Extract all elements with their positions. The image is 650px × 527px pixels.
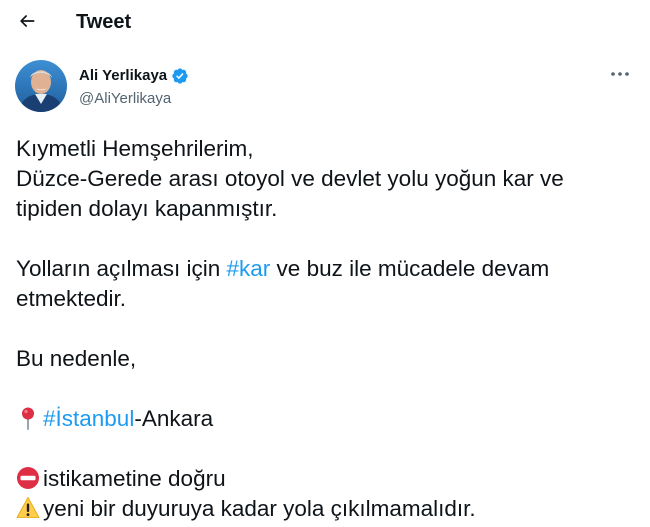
hashtag-kar-link[interactable]: #kar — [227, 256, 271, 281]
tweet-line: yeni bir duyuruya kadar yola çıkılmamalı… — [16, 494, 641, 524]
author-name-row: Ali Yerlikaya — [79, 67, 189, 85]
tweet-spacer — [16, 224, 641, 254]
tweet-line: etmektedir. — [16, 286, 127, 311]
page-title: Tweet — [76, 11, 132, 33]
tweet-spacer — [16, 314, 641, 344]
tweet-text-span: istikametine doğru — [43, 466, 226, 491]
tweet-line: Düzce-Gerede arası otoyol ve devlet yolu… — [16, 166, 564, 191]
tweet-text-span: yeni bir duyuruya kadar yola çıkılmamalı… — [43, 496, 476, 521]
tweet-author: Ali Yerlikaya @AliYerlikaya — [15, 60, 635, 116]
warning-icon — [16, 497, 40, 518]
tweet-text-span: Yolların açılması için — [16, 256, 227, 281]
tweet-text-span: ve buz ile mücadele devam — [270, 256, 550, 281]
tweet-line: #İstanbul-Ankara — [16, 404, 641, 434]
avatar-image — [15, 60, 67, 112]
tweet-line: Yolların açılması için #kar ve buz ile m… — [16, 254, 641, 284]
tweet-line: istikametine doğru — [16, 464, 641, 494]
tweet-text: Kıymetli Hemşehrilerim, Düzce-Gerede ara… — [16, 134, 641, 524]
back-button[interactable] — [10, 4, 44, 38]
tweet-line: tipiden dolayı kapanmıştır. — [16, 196, 278, 221]
verified-badge-icon — [172, 68, 188, 84]
author-handle[interactable]: @AliYerlikaya — [79, 90, 171, 108]
arrow-left-icon — [20, 15, 35, 27]
avatar[interactable] — [15, 60, 67, 112]
round-pushpin-icon — [22, 407, 34, 430]
top-bar: Tweet — [0, 0, 650, 44]
author-name[interactable]: Ali Yerlikaya — [79, 67, 167, 85]
more-horizontal-icon — [611, 72, 629, 76]
more-options-button[interactable] — [605, 64, 635, 84]
tweet-spacer — [16, 434, 641, 464]
no-entry-icon — [17, 467, 39, 489]
tweet-text-span: -Ankara — [134, 406, 214, 431]
tweet-line: Kıymetli Hemşehrilerim, — [16, 136, 254, 161]
tweet-spacer — [16, 374, 641, 404]
hashtag-istanbul-link[interactable]: #İstanbul — [43, 406, 134, 431]
tweet-line: Bu nedenle, — [16, 346, 137, 371]
